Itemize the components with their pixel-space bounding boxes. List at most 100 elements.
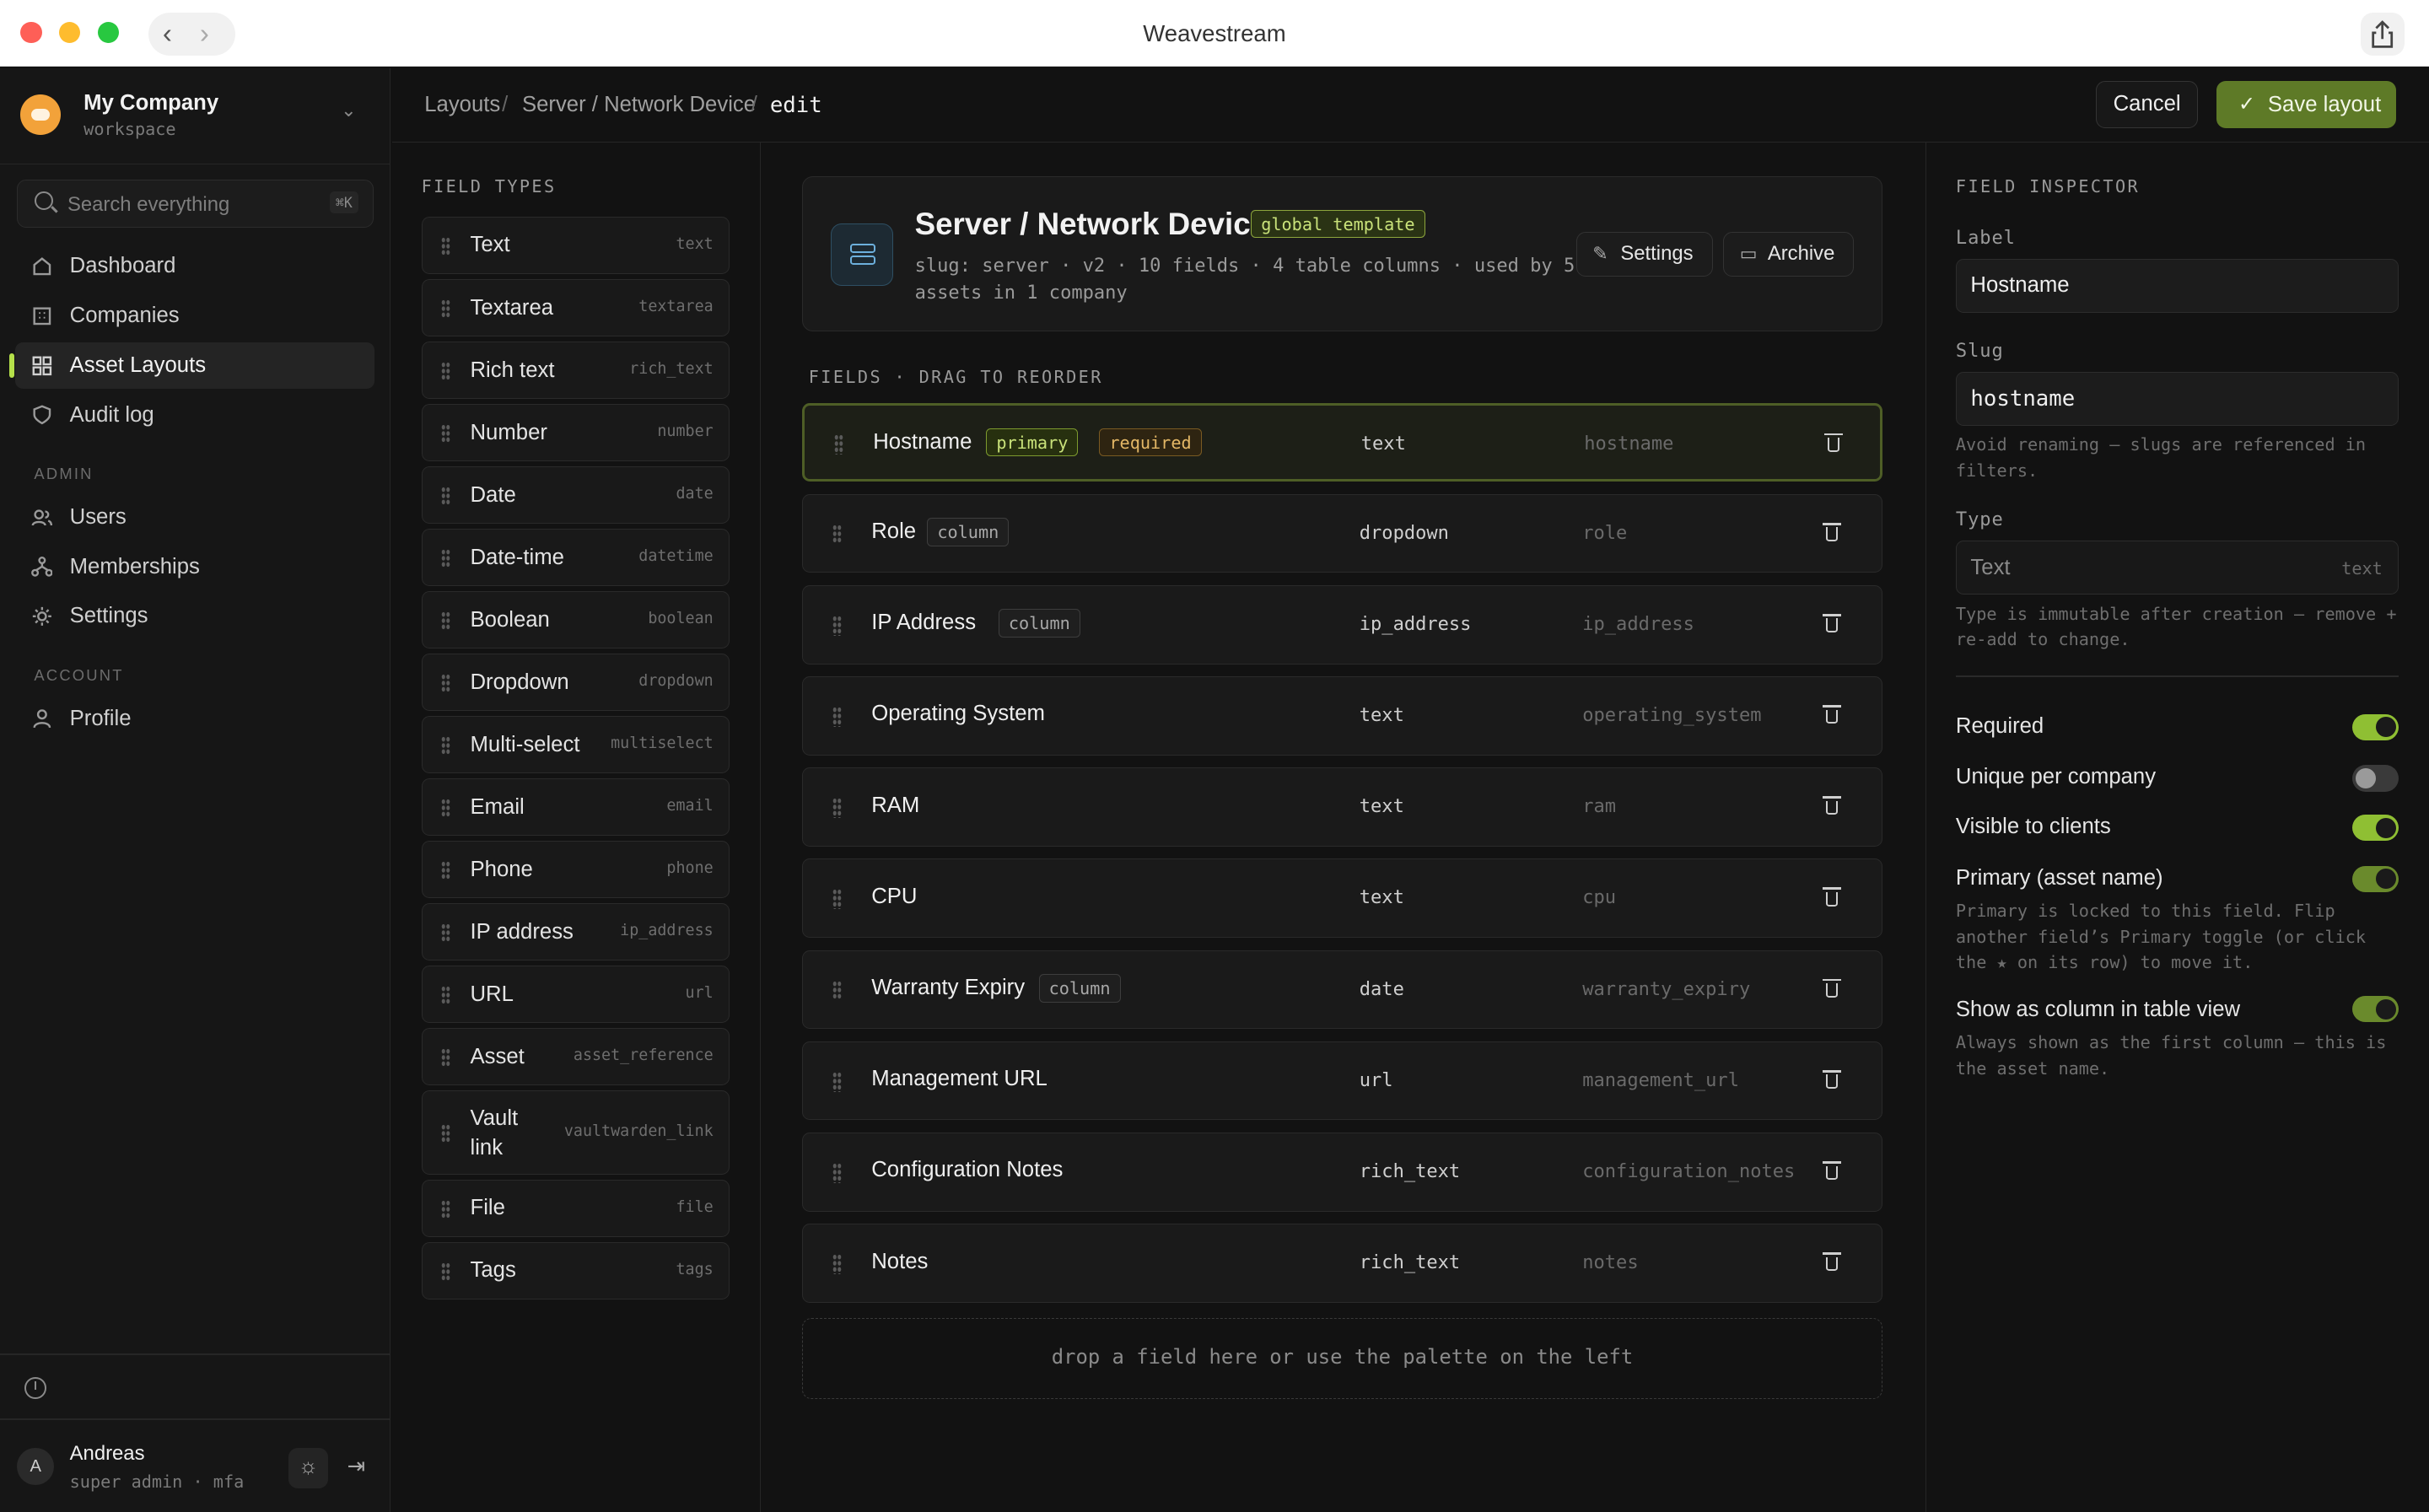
drag-handle-icon[interactable]: [440, 1199, 450, 1219]
drag-handle-icon[interactable]: [440, 611, 450, 631]
sidebar-item-audit-log[interactable]: Audit log: [15, 392, 374, 439]
unique-per-company-toggle[interactable]: [2352, 765, 2399, 792]
trash-icon[interactable]: [1822, 703, 1841, 725]
field-row-operating-system[interactable]: Operating System text operating_system: [802, 676, 1882, 756]
save-layout-button[interactable]: ✓ Save layout: [2216, 80, 2397, 129]
cancel-button[interactable]: Cancel: [2096, 80, 2199, 129]
trash-icon[interactable]: [1823, 432, 1843, 454]
trash-icon[interactable]: [1822, 612, 1841, 634]
required-toggle[interactable]: [2352, 713, 2399, 740]
field-type-asset-reference[interactable]: Asset asset_reference: [421, 1028, 730, 1086]
sidebar-item-profile[interactable]: Profile: [15, 696, 374, 742]
field-row-notes[interactable]: Notes rich_text notes: [802, 1224, 1882, 1303]
avatar[interactable]: A: [17, 1448, 55, 1486]
drag-handle-icon[interactable]: [832, 615, 843, 636]
drag-handle-icon[interactable]: [832, 889, 843, 910]
sidebar-item-asset-layouts[interactable]: Asset Layouts: [9, 342, 375, 389]
primary-label: Primary (asset name): [1955, 865, 2163, 890]
drag-handle-icon[interactable]: [440, 424, 450, 444]
drag-handle-icon[interactable]: [440, 861, 450, 880]
chevron-down-icon[interactable]: ⌄: [341, 100, 356, 121]
drag-handle-icon[interactable]: [440, 362, 450, 381]
drag-handle-icon[interactable]: [440, 674, 450, 693]
field-row-ram[interactable]: RAM text ram: [802, 767, 1882, 847]
field-type-date[interactable]: Date date: [421, 466, 730, 525]
archive-button[interactable]: ▭ Archive: [1723, 231, 1854, 277]
search-input[interactable]: Search everything ⌘K: [17, 180, 374, 228]
trash-icon[interactable]: [1822, 1068, 1841, 1090]
trash-icon[interactable]: [1822, 1251, 1841, 1273]
field-row-ip-address[interactable]: IP Address column ip_address ip_address: [802, 584, 1882, 665]
divider: [1955, 675, 2399, 677]
trash-icon[interactable]: [1822, 521, 1841, 543]
field-type-textarea[interactable]: Textarea textarea: [421, 279, 730, 337]
drag-handle-icon[interactable]: [832, 706, 843, 727]
breadcrumb-layout[interactable]: Server / Network Device: [522, 93, 756, 117]
drag-handle-icon[interactable]: [440, 799, 450, 818]
trash-icon[interactable]: [1822, 794, 1841, 816]
settings-button[interactable]: ✎ Settings: [1575, 231, 1713, 277]
sidebar-item-users[interactable]: Users: [15, 494, 374, 541]
field-type-rich-text[interactable]: Rich text rich_text: [421, 342, 730, 400]
visible-to-clients-toggle[interactable]: [2352, 815, 2399, 842]
field-slug: ip_address: [1582, 613, 1694, 635]
drag-handle-icon[interactable]: [440, 986, 450, 1005]
field-type-tags[interactable]: Tags tags: [421, 1241, 730, 1299]
drag-handle-icon[interactable]: [440, 299, 450, 319]
sidebar-item-companies[interactable]: Companies: [15, 293, 374, 339]
field-type-dropdown[interactable]: Dropdown dropdown: [421, 654, 730, 712]
logout-icon[interactable]: ⇥: [337, 1448, 377, 1488]
drag-handle-icon[interactable]: [440, 736, 450, 756]
drag-handle-icon[interactable]: [832, 1254, 843, 1274]
field-type-ip-address[interactable]: IP address ip_address: [421, 903, 730, 961]
primary-toggle[interactable]: [2352, 865, 2399, 892]
share-icon[interactable]: [2361, 12, 2405, 56]
users-icon: [31, 508, 52, 525]
field-type-number[interactable]: Number number: [421, 404, 730, 462]
drag-handle-icon[interactable]: [832, 798, 843, 819]
sidebar-item-label: Memberships: [69, 554, 200, 578]
breadcrumb-layouts[interactable]: Layouts: [424, 93, 500, 117]
trash-icon[interactable]: [1822, 886, 1841, 908]
drag-handle-icon[interactable]: [440, 237, 450, 256]
field-type-vaultwarden-link[interactable]: Vault link vaultwarden_link: [421, 1090, 730, 1175]
field-type-file[interactable]: File file: [421, 1179, 730, 1237]
drag-handle-icon[interactable]: [440, 549, 450, 568]
drag-handle-icon[interactable]: [832, 1071, 843, 1092]
slug-field[interactable]: hostname: [1955, 371, 2399, 427]
theme-toggle-icon[interactable]: ☼: [288, 1448, 329, 1489]
label-field[interactable]: Hostname: [1955, 258, 2399, 313]
field-row-management-url[interactable]: Management URL url management_url: [802, 1041, 1882, 1121]
sidebar-item-memberships[interactable]: Memberships: [15, 544, 374, 590]
drag-handle-icon[interactable]: [440, 1048, 450, 1068]
clock-icon[interactable]: [24, 1376, 47, 1399]
drag-handle-icon[interactable]: [440, 487, 450, 506]
field-type-url[interactable]: URL url: [421, 966, 730, 1024]
drag-handle-icon[interactable]: [834, 434, 844, 455]
drop-zone[interactable]: drop a field here or use the palette on …: [802, 1318, 1882, 1399]
sidebar-item-settings[interactable]: Settings: [15, 593, 374, 639]
drag-handle-icon[interactable]: [440, 1123, 450, 1143]
field-row-role[interactable]: Role column dropdown role: [802, 493, 1882, 573]
show-as-column-toggle[interactable]: [2352, 995, 2399, 1023]
field-type-phone[interactable]: Phone phone: [421, 841, 730, 899]
field-row-hostname[interactable]: Hostname primary required text hostname: [802, 402, 1882, 482]
field-row-warranty-expiry[interactable]: Warranty Expiry column date warranty_expiry: [802, 950, 1882, 1030]
field-type-email[interactable]: Email email: [421, 778, 730, 837]
drag-handle-icon[interactable]: [832, 1162, 843, 1183]
drag-handle-icon[interactable]: [832, 980, 843, 1001]
drag-handle-icon[interactable]: [440, 1262, 450, 1281]
field-row-cpu[interactable]: CPU text cpu: [802, 858, 1882, 939]
sidebar-item-dashboard[interactable]: Dashboard: [15, 243, 374, 289]
field-type-datetime[interactable]: Date-time datetime: [421, 529, 730, 587]
trash-icon[interactable]: [1822, 1160, 1841, 1181]
workspace-switcher[interactable]: My Company workspace ⌄: [0, 68, 390, 164]
drag-handle-icon[interactable]: [832, 524, 843, 545]
field-type-boolean[interactable]: Boolean boolean: [421, 591, 730, 649]
drag-handle-icon[interactable]: [440, 923, 450, 943]
pencil-icon: ✎: [1592, 242, 1608, 264]
field-row-configuration-notes[interactable]: Configuration Notes rich_text configuratio…: [802, 1132, 1882, 1212]
field-type-multiselect[interactable]: Multi-select multiselect: [421, 716, 730, 774]
field-type-text[interactable]: Text text: [421, 217, 730, 275]
trash-icon[interactable]: [1822, 977, 1841, 999]
